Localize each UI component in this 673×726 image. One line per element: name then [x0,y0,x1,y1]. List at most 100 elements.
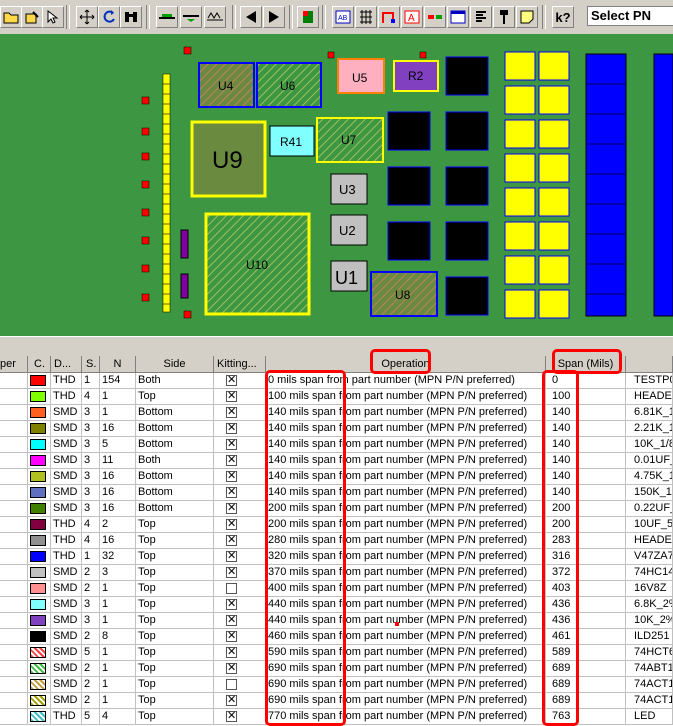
color-swatch[interactable] [30,391,46,402]
color-swatch[interactable] [30,423,46,434]
color-swatch[interactable] [30,535,46,546]
header-kitting[interactable]: Kitting... [214,356,266,373]
color-swatch[interactable] [30,631,46,642]
cell-pn: 2.21K_1 [626,421,673,437]
header-pn[interactable] [626,356,673,373]
header-side[interactable]: Side [136,356,214,373]
trace3-icon[interactable] [204,6,226,28]
header-s[interactable]: S. [82,356,100,373]
color-swatch[interactable] [30,519,46,530]
color-swatch[interactable] [30,663,46,674]
kitting-checkbox[interactable]: ✕ [226,423,237,434]
color-swatch[interactable] [30,375,46,386]
color-swatch[interactable] [30,487,46,498]
cell-n: 154 [100,373,136,389]
kitting-checkbox[interactable]: ✕ [226,711,237,722]
previous-icon[interactable] [240,6,262,28]
help-icon[interactable]: k? [552,6,574,28]
cell-d: SMD [51,453,82,469]
color-swatch[interactable] [30,503,46,514]
cell-d: SMD [51,693,82,709]
cell-d: THD [51,517,82,533]
cell-type [0,533,28,549]
header-n[interactable]: N [100,356,136,373]
edit-icon[interactable] [21,6,43,28]
pin-icon[interactable] [493,6,515,28]
rotate-icon[interactable] [98,6,120,28]
cell-kitting [214,581,266,597]
color-swatch[interactable] [30,695,46,706]
cell-d: SMD [51,405,82,421]
kitting-checkbox[interactable] [226,583,237,594]
header-type[interactable]: per [0,356,28,373]
kitting-checkbox[interactable]: ✕ [226,535,237,546]
color-swatch[interactable] [30,439,46,450]
color-swatch[interactable] [30,455,46,466]
ref-u9: U9 [212,147,243,174]
kitting-checkbox[interactable]: ✕ [226,503,237,514]
kitting-checkbox[interactable]: ✕ [226,471,237,482]
color-swatch[interactable] [30,679,46,690]
cell-n: 16 [100,485,136,501]
kitting-checkbox[interactable]: ✕ [226,615,237,626]
kitting-checkbox[interactable]: ✕ [226,695,237,706]
header-color[interactable]: C. [28,356,51,373]
route-icon[interactable] [378,6,400,28]
cell-side: Top [136,613,214,629]
kitting-checkbox[interactable]: ✕ [226,375,237,386]
cell-d: THD [51,533,82,549]
kitting-checkbox[interactable]: ✕ [226,439,237,450]
select-icon[interactable] [42,6,64,28]
move-icon[interactable] [76,6,98,28]
cell-s: 3 [82,469,100,485]
next-icon[interactable] [263,6,285,28]
trace-icon[interactable] [156,6,178,28]
color-swatch[interactable] [30,711,46,722]
trace2-icon[interactable] [180,6,202,28]
color-swatch[interactable] [30,615,46,626]
kitting-checkbox[interactable]: ✕ [226,391,237,402]
cell-side: Bottom [136,501,214,517]
pcb-board-view[interactable]: U4 U6 U5 R2 U9 R41 U7 U3 U2 U10 U1 U8 [0,34,673,336]
cell-type [0,709,28,725]
flag-icon[interactable] [297,6,319,28]
ref-r2: R2 [408,69,424,83]
cell-color [28,597,51,613]
cell-d: SMD [51,677,82,693]
kitting-checkbox[interactable] [226,679,237,690]
kitting-checkbox[interactable]: ✕ [226,455,237,466]
color-icon[interactable] [424,6,446,28]
kitting-checkbox[interactable]: ✕ [226,487,237,498]
list-icon[interactable] [470,6,492,28]
color-swatch[interactable] [30,551,46,562]
open-folder-icon[interactable] [0,6,22,28]
binoculars-icon[interactable] [120,6,142,28]
cell-kitting: ✕ [214,485,266,501]
color-swatch[interactable] [30,583,46,594]
cell-kitting: ✕ [214,469,266,485]
kitting-checkbox[interactable]: ✕ [226,631,237,642]
font-icon[interactable]: A [401,6,423,28]
kitting-checkbox[interactable]: ✕ [226,519,237,530]
window-icon[interactable] [447,6,469,28]
kitting-checkbox[interactable]: ✕ [226,599,237,610]
cell-color [28,565,51,581]
cell-d: SMD [51,661,82,677]
color-swatch[interactable] [30,407,46,418]
ref-u10: U10 [246,258,268,272]
kitting-checkbox[interactable]: ✕ [226,551,237,562]
header-d[interactable]: D... [51,356,82,373]
color-swatch[interactable] [30,567,46,578]
cursor-marker [395,622,399,626]
color-swatch[interactable] [30,471,46,482]
ab-icon[interactable]: AB [332,6,354,28]
kitting-checkbox[interactable]: ✕ [226,647,237,658]
select-pn-dropdown[interactable]: Select PN [587,6,673,26]
kitting-checkbox[interactable]: ✕ [226,663,237,674]
grid-icon[interactable] [355,6,377,28]
note-icon[interactable] [516,6,538,28]
kitting-checkbox[interactable]: ✕ [226,407,237,418]
kitting-checkbox[interactable]: ✕ [226,567,237,578]
color-swatch[interactable] [30,599,46,610]
color-swatch[interactable] [30,647,46,658]
